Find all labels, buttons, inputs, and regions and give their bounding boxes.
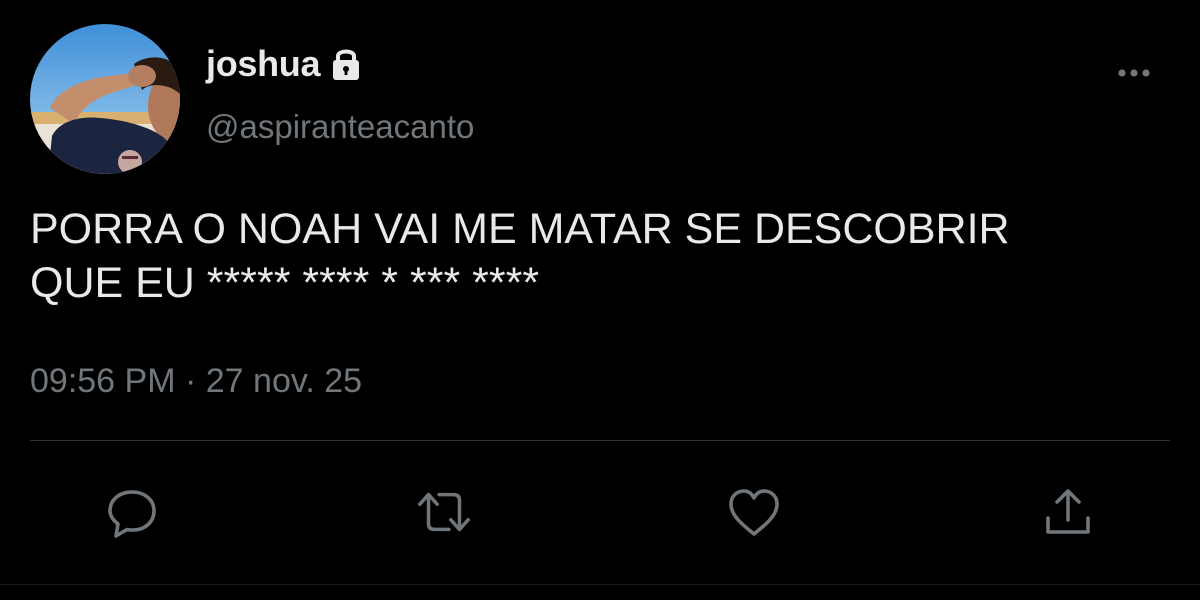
more-options-icon[interactable] xyxy=(1112,60,1156,86)
avatar[interactable] xyxy=(30,24,180,174)
user-handle[interactable]: @aspiranteacanto xyxy=(206,108,474,146)
display-name[interactable]: joshua xyxy=(206,43,321,85)
tweet-card: joshua @aspiranteacanto PORRA O NOAH VAI… xyxy=(0,0,1200,600)
avatar-photo xyxy=(30,24,180,174)
retweet-icon xyxy=(418,492,470,532)
tweet-timestamp[interactable]: 09:56 PM · 27 nov. 25 xyxy=(30,362,362,401)
bottom-divider xyxy=(0,584,1200,585)
reply-button[interactable] xyxy=(102,482,162,542)
lock-icon xyxy=(330,46,362,82)
like-icon xyxy=(729,489,779,536)
meta-separator: · xyxy=(184,362,197,400)
divider xyxy=(30,440,1170,441)
reply-icon xyxy=(108,490,156,538)
like-button[interactable] xyxy=(724,482,784,542)
tweet-date: 27 nov. 25 xyxy=(205,362,363,400)
share-button[interactable] xyxy=(1038,482,1098,542)
tweet-text-line-1: PORRA O NOAH VAI ME MATAR SE DESCOBRIR xyxy=(30,205,1010,253)
share-icon xyxy=(1046,489,1090,534)
tweet-text: PORRA O NOAH VAI ME MATAR SE DESCOBRIR Q… xyxy=(30,202,1160,310)
tweet-time: 09:56 PM xyxy=(30,362,176,400)
name-row: joshua xyxy=(206,40,362,88)
retweet-button[interactable] xyxy=(414,482,474,542)
tweet-text-line-2: QUE EU ***** **** * *** **** xyxy=(30,259,540,307)
